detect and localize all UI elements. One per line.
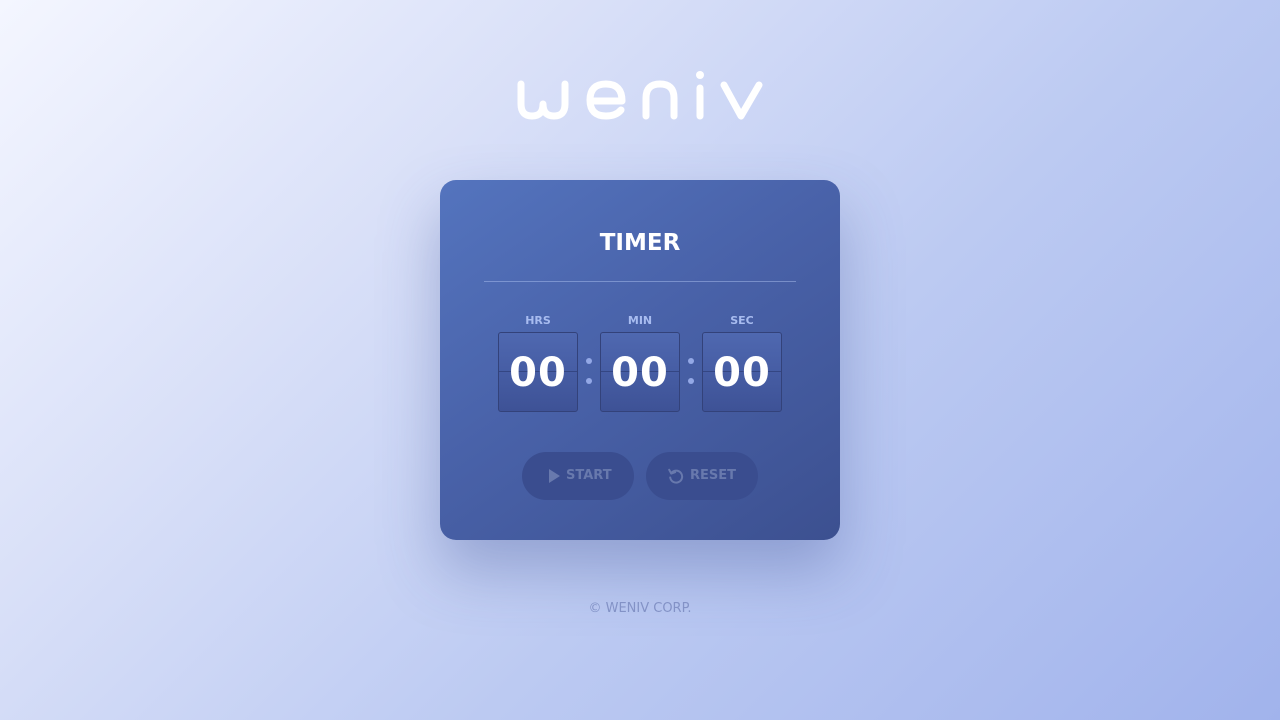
- colon-dot-bottom: [688, 378, 694, 384]
- timer-card: TIMER HRS 00 MIN 00 SEC 00 START RESET: [440, 180, 840, 540]
- hours-display[interactable]: 00: [498, 332, 578, 412]
- seconds-value: 00: [713, 350, 771, 396]
- start-button-label: START: [566, 468, 612, 483]
- reset-button[interactable]: RESET: [646, 452, 758, 500]
- copyright-footer: © WENIV CORP.: [588, 601, 692, 616]
- colon-dot-top: [586, 358, 592, 364]
- minutes-display[interactable]: 00: [600, 332, 680, 412]
- weniv-logo-icon: [517, 71, 763, 120]
- play-icon: [549, 469, 560, 483]
- reset-button-label: RESET: [690, 468, 737, 483]
- hours-label: HRS: [525, 314, 551, 327]
- seconds-display[interactable]: 00: [702, 332, 782, 412]
- minutes-label: MIN: [627, 314, 653, 327]
- colon-dot-bottom: [586, 378, 592, 384]
- timer-title: TIMER: [599, 230, 681, 256]
- start-button[interactable]: START: [522, 452, 634, 500]
- title-divider: [484, 281, 796, 282]
- seconds-label: SEC: [730, 314, 754, 327]
- colon-dot-top: [688, 358, 694, 364]
- hours-value: 00: [509, 350, 567, 396]
- reset-icon: [668, 468, 684, 484]
- minutes-value: 00: [611, 350, 669, 396]
